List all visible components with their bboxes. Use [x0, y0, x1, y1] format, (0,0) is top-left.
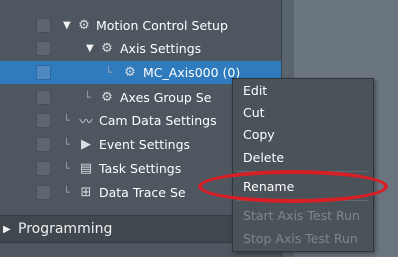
- menu-item-cut[interactable]: Cut: [233, 102, 373, 122]
- context-menu: Edit Cut Copy Delete Rename Start Axis T…: [232, 78, 374, 252]
- data-trace-icon: ⊞: [80, 185, 92, 200]
- expand-arrow-icon[interactable]: ▼: [86, 43, 94, 54]
- checkbox[interactable]: [36, 18, 51, 33]
- tree-connector: └: [63, 114, 70, 127]
- gear-icon: ⚙: [101, 41, 113, 56]
- menu-item-copy[interactable]: Copy: [233, 124, 373, 144]
- menu-item-start-axis-test-run[interactable]: Start Axis Test Run: [233, 205, 373, 225]
- cam-data-icon: 〰: [79, 115, 93, 130]
- section-label: Programming: [18, 221, 113, 237]
- tree-connector: └: [84, 91, 91, 104]
- axis-gear-icon: ⚙: [124, 65, 136, 80]
- task-icon: ▤: [79, 161, 93, 176]
- event-flag-icon: ▶: [81, 137, 91, 152]
- tree-item-label: Data Trace Se: [99, 185, 186, 200]
- tree-connector: └: [63, 186, 70, 199]
- tree-item-label: Axes Group Se: [120, 90, 212, 105]
- checkbox[interactable]: [36, 41, 51, 56]
- tree-item-label: Event Settings: [99, 137, 191, 152]
- tree-connector: └: [63, 162, 70, 175]
- checkbox[interactable]: [36, 137, 51, 152]
- expand-arrow-icon[interactable]: ▼: [63, 20, 71, 31]
- checkbox[interactable]: [36, 113, 51, 128]
- tree-item-label: Axis Settings: [120, 41, 202, 56]
- tree-item-label: Task Settings: [99, 161, 182, 176]
- menu-item-delete[interactable]: Delete: [233, 147, 373, 167]
- collapse-arrow-icon[interactable]: ▶: [3, 224, 11, 235]
- tree-item-label: MC_Axis000 (0): [143, 65, 241, 80]
- menu-separator: [237, 200, 369, 201]
- tree-item-motion-control-setup[interactable]: ▼ ⚙ Motion Control Setup: [0, 14, 281, 37]
- axes-group-icon: ⚙: [101, 90, 113, 105]
- menu-item-edit[interactable]: Edit: [233, 80, 373, 100]
- menu-item-stop-axis-test-run[interactable]: Stop Axis Test Run: [233, 228, 373, 248]
- tree-connector: └: [105, 66, 112, 79]
- menu-separator: [237, 171, 369, 172]
- checkbox[interactable]: [36, 90, 51, 105]
- checkbox[interactable]: [36, 185, 51, 200]
- menu-item-rename[interactable]: Rename: [233, 176, 373, 196]
- tree-item-label: Motion Control Setup: [96, 18, 228, 33]
- tree-item-axis-settings[interactable]: ▼ ⚙ Axis Settings: [0, 37, 281, 60]
- checkbox[interactable]: [36, 161, 51, 176]
- gear-icon: ⚙: [78, 18, 90, 33]
- checkbox[interactable]: [36, 65, 51, 80]
- tree-item-label: Cam Data Settings: [99, 113, 217, 128]
- tree-connector: └: [63, 138, 70, 151]
